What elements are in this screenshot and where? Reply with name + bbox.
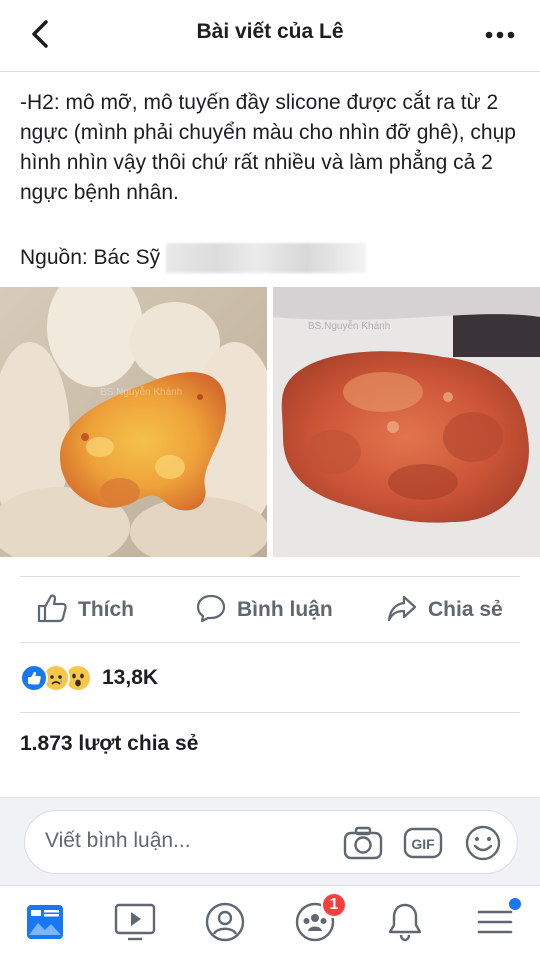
bottom-navigation: 1 bbox=[0, 885, 540, 960]
bell-icon bbox=[385, 901, 425, 948]
emoji-icon[interactable] bbox=[463, 823, 503, 863]
nav-watch[interactable] bbox=[111, 900, 159, 948]
share-button[interactable]: Chia sẻ bbox=[386, 578, 503, 642]
more-options-button[interactable] bbox=[480, 20, 520, 50]
video-play-icon bbox=[114, 903, 156, 946]
nav-notifications[interactable] bbox=[381, 900, 429, 948]
share-label: Chia sẻ bbox=[428, 598, 503, 621]
groups-notification-badge: 1 bbox=[321, 892, 347, 918]
post-action-bar: Thích Bình luận Chia sẻ bbox=[0, 578, 540, 642]
more-dots-icon bbox=[485, 26, 515, 44]
comment-placeholder: Viết bình luận... bbox=[45, 829, 191, 852]
nav-groups[interactable]: 1 bbox=[291, 892, 347, 948]
gif-icon[interactable]: GIF bbox=[403, 823, 443, 863]
blurred-source-name bbox=[166, 243, 367, 273]
page-title: Bài viết của Lê bbox=[196, 20, 344, 43]
news-feed-icon bbox=[25, 903, 65, 946]
comment-label: Bình luận bbox=[237, 598, 333, 621]
profile-icon bbox=[204, 901, 246, 948]
divider bbox=[20, 642, 520, 643]
nav-news-feed[interactable] bbox=[21, 900, 69, 948]
gif-label: GIF bbox=[411, 836, 435, 852]
top-bar: Bài viết của Lê bbox=[0, 0, 540, 72]
post-body-text: -H2: mô mỡ, mô tuyến đầy slicone được cắ… bbox=[20, 91, 516, 204]
divider bbox=[20, 576, 520, 577]
share-count[interactable]: 1.873 lượt chia sẻ bbox=[20, 732, 198, 756]
share-arrow-icon bbox=[386, 592, 418, 629]
camera-icon[interactable] bbox=[343, 823, 383, 863]
like-reaction-icon bbox=[20, 664, 48, 692]
like-label: Thích bbox=[78, 598, 134, 621]
hamburger-menu-icon bbox=[475, 904, 515, 945]
thumbs-up-icon bbox=[36, 592, 68, 629]
reaction-count: 13,8K bbox=[102, 666, 159, 689]
comment-input[interactable]: Viết bình luận... GIF bbox=[24, 810, 518, 874]
like-button[interactable]: Thích bbox=[36, 578, 134, 642]
source-label: Nguồn: Bác Sỹ bbox=[20, 246, 161, 269]
post-source: Nguồn: Bác Sỹ bbox=[20, 243, 367, 273]
post-photos: BS Nguyễn Khánh BS.Nguyễn Khánh bbox=[0, 287, 540, 557]
divider bbox=[20, 712, 520, 713]
nav-menu[interactable] bbox=[471, 898, 521, 948]
photo-left[interactable]: BS Nguyễn Khánh bbox=[0, 287, 267, 557]
speech-bubble-icon bbox=[195, 592, 227, 629]
comment-button[interactable]: Bình luận bbox=[195, 578, 333, 642]
reaction-summary[interactable]: 13,8K bbox=[20, 660, 158, 696]
menu-notification-dot bbox=[509, 898, 521, 910]
photo-right[interactable]: BS.Nguyễn Khánh bbox=[273, 287, 540, 557]
nav-profile[interactable] bbox=[201, 900, 249, 948]
photo-right-watermark: BS.Nguyễn Khánh bbox=[308, 319, 390, 332]
photo-left-watermark: BS Nguyễn Khánh bbox=[100, 385, 182, 398]
